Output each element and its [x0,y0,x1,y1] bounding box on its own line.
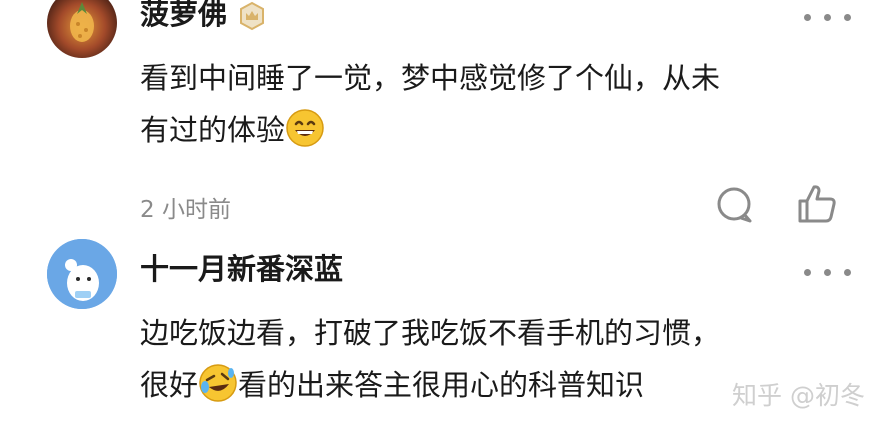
comment-text-line-2-text: 有过的体验 [140,113,286,147]
avatar[interactable] [47,0,117,58]
comment-text-line-2-start: 很好 [140,368,199,402]
polar-bear-avatar-image [47,239,117,309]
like-thumb-icon[interactable] [794,181,840,227]
crown-badge-icon [240,1,265,31]
more-options-button[interactable] [800,8,860,28]
comment-text-line-2-end: 看的出来答主很用心的科普知识 [238,368,645,402]
avatar[interactable] [47,239,117,309]
comment-text: 看到中间睡了一觉，梦中感觉修了个仙，从未 有过的体验 [140,52,840,156]
author-name[interactable]: 十一月新番深蓝 [140,252,343,286]
comment-1: 菠萝佛 看到中间睡了一觉，梦中感觉修了个仙，从未 有过的体验 2 小时前 [0,0,896,235]
reply-bubble-icon[interactable] [712,183,758,229]
grinning-face-emoji [286,109,324,147]
watermark: 知乎 @初冬 [732,381,865,410]
author-name[interactable]: 菠萝佛 [140,0,227,31]
more-options-button[interactable] [800,263,860,283]
rolling-laughing-emoji [199,364,237,402]
comment-time: 2 小时前 [140,197,231,223]
comment-text-line-1: 边吃饭边看，打破了我吃饭不看手机的习惯， [140,316,721,350]
comment-author[interactable]: 菠萝佛 [140,0,267,32]
comment-author[interactable]: 十一月新番深蓝 [140,251,343,287]
comment-text-line-2: 有过的体验 [140,104,840,156]
comment-text-line-1: 看到中间睡了一觉，梦中感觉修了个仙，从未 [140,61,721,95]
pineapple-avatar-image [47,0,117,58]
